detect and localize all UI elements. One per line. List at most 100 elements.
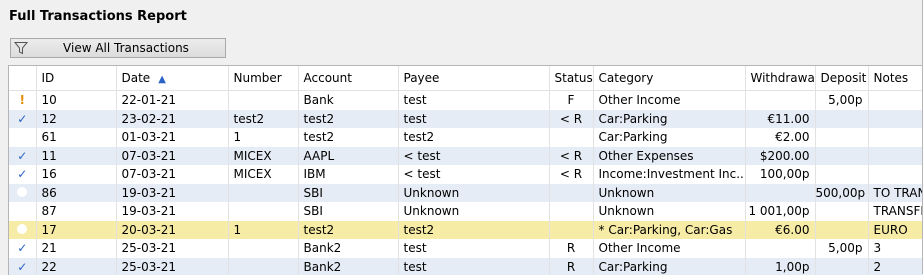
cell-notes: TRANSFE [868,202,923,221]
cell-payee: < test [398,147,549,166]
cell-deposit [815,110,868,129]
cell-number: MICEX [228,165,298,184]
table-row[interactable]: ✓1107-03-21MICEXAAPL< test< ROther Expen… [9,147,923,166]
cell-payee: test [398,91,549,110]
column-header-flag[interactable] [9,66,36,91]
cell-withdrawal: 1,00p [745,258,815,275]
cell-deposit: 5,00p [815,91,868,110]
cell-category: Car:Parking [593,128,745,147]
cell-number [228,91,298,110]
cell-account: SBI [298,184,398,203]
column-header-category[interactable]: Category [593,66,745,91]
cell-deposit [815,202,868,221]
warning-icon: ! [20,93,25,107]
row-flag-cell[interactable] [9,202,36,221]
cell-payee: Unknown [398,202,549,221]
row-flag-cell[interactable] [9,221,36,240]
cell-notes [868,128,923,147]
cell-id: 21 [36,239,116,258]
table-row[interactable]: ✓1607-03-21MICEXIBM< test< RIncome:Inves… [9,165,923,184]
table-row[interactable]: 8619-03-21SBIUnknownUnknown500,00pTO TRA… [9,184,923,203]
table-row[interactable]: ✓2225-03-21Bank2testRCar:Parking1,00p2 [9,258,923,275]
report-title: Full Transactions Report [9,9,187,24]
cell-payee: test [398,258,549,275]
column-header-account[interactable]: Account [298,66,398,91]
cell-notes: 3 [868,239,923,258]
cell-withdrawal [745,91,815,110]
cell-deposit: 500,00p [815,184,868,203]
cell-number: 1 [228,128,298,147]
cell-account: Bank [298,91,398,110]
cell-id: 12 [36,110,116,129]
cell-date: 19-03-21 [116,184,228,203]
column-header-withdrawal[interactable]: Withdrawal [745,66,815,91]
cell-category: Other Income [593,239,745,258]
column-header-date[interactable]: Date▲ [116,66,228,91]
checkmark-icon: ✓ [17,167,27,181]
column-header-number[interactable]: Number [228,66,298,91]
row-flag-cell[interactable]: ✓ [9,258,36,275]
cell-category: Car:Parking [593,110,745,129]
cell-status [549,184,593,203]
column-header-status[interactable]: Status [549,66,593,91]
cell-withdrawal [745,184,815,203]
cell-account: Bank2 [298,258,398,275]
empty-circle-icon [17,131,27,141]
cell-id: 86 [36,184,116,203]
table-row[interactable]: 6101-03-211test2test2Car:Parking€2.00 [9,128,923,147]
cell-withdrawal: €11.00 [745,110,815,129]
cell-notes: TO TRAN [868,184,923,203]
row-flag-cell[interactable] [9,128,36,147]
cell-id: 16 [36,165,116,184]
cell-withdrawal: $200.00 [745,147,815,166]
row-flag-cell[interactable]: ! [9,91,36,110]
cell-date: 23-02-21 [116,110,228,129]
table-row[interactable]: 1720-03-211test2test2* Car:Parking, Car:… [9,221,923,240]
cell-deposit [815,258,868,275]
sort-ascending-icon: ▲ [158,74,166,85]
column-header-payee[interactable]: Payee [398,66,549,91]
view-all-transactions-button[interactable]: View All Transactions [10,38,226,58]
column-header-notes[interactable]: Notes [868,66,923,91]
cell-deposit [815,147,868,166]
checkmark-icon: ✓ [17,260,27,274]
cell-payee: test2 [398,128,549,147]
cell-category: Other Income [593,91,745,110]
transactions-grid[interactable]: ID Date▲ Number Account Payee Status Cat… [8,65,923,275]
table-row[interactable]: ✓2125-03-21Bank2testROther Income5,00p3 [9,239,923,258]
table-row[interactable]: !1022-01-21BanktestFOther Income5,00p [9,91,923,110]
cell-category: Unknown [593,202,745,221]
cell-payee: < test [398,165,549,184]
cell-account: Bank2 [298,239,398,258]
row-flag-cell[interactable] [9,184,36,203]
table-row[interactable]: 8719-03-21SBIUnknownUnknown1 001,00pTRAN… [9,202,923,221]
row-flag-cell[interactable]: ✓ [9,110,36,129]
column-header-deposit[interactable]: Deposit [815,66,868,91]
transactions-table: ID Date▲ Number Account Payee Status Cat… [9,66,923,275]
filter-button-label: View All Transactions [11,41,225,55]
cell-status: R [549,239,593,258]
cell-date: 25-03-21 [116,239,228,258]
table-row[interactable]: ✓1223-02-21test2test2test< RCar:Parking€… [9,110,923,129]
cell-id: 17 [36,221,116,240]
cell-withdrawal: 1 001,00p [745,202,815,221]
cell-number [228,202,298,221]
cell-status [549,128,593,147]
column-header-id[interactable]: ID [36,66,116,91]
cell-deposit: 5,00p [815,239,868,258]
cell-status: < R [549,165,593,184]
cell-account: test2 [298,110,398,129]
cell-date: 22-01-21 [116,91,228,110]
cell-date: 19-03-21 [116,202,228,221]
cell-status [549,202,593,221]
row-flag-cell[interactable]: ✓ [9,165,36,184]
cell-number [228,258,298,275]
cell-deposit [815,165,868,184]
cell-deposit [815,221,868,240]
cell-account: IBM [298,165,398,184]
cell-id: 11 [36,147,116,166]
row-flag-cell[interactable]: ✓ [9,147,36,166]
row-flag-cell[interactable]: ✓ [9,239,36,258]
cell-account: test2 [298,128,398,147]
empty-circle-icon [17,187,27,197]
